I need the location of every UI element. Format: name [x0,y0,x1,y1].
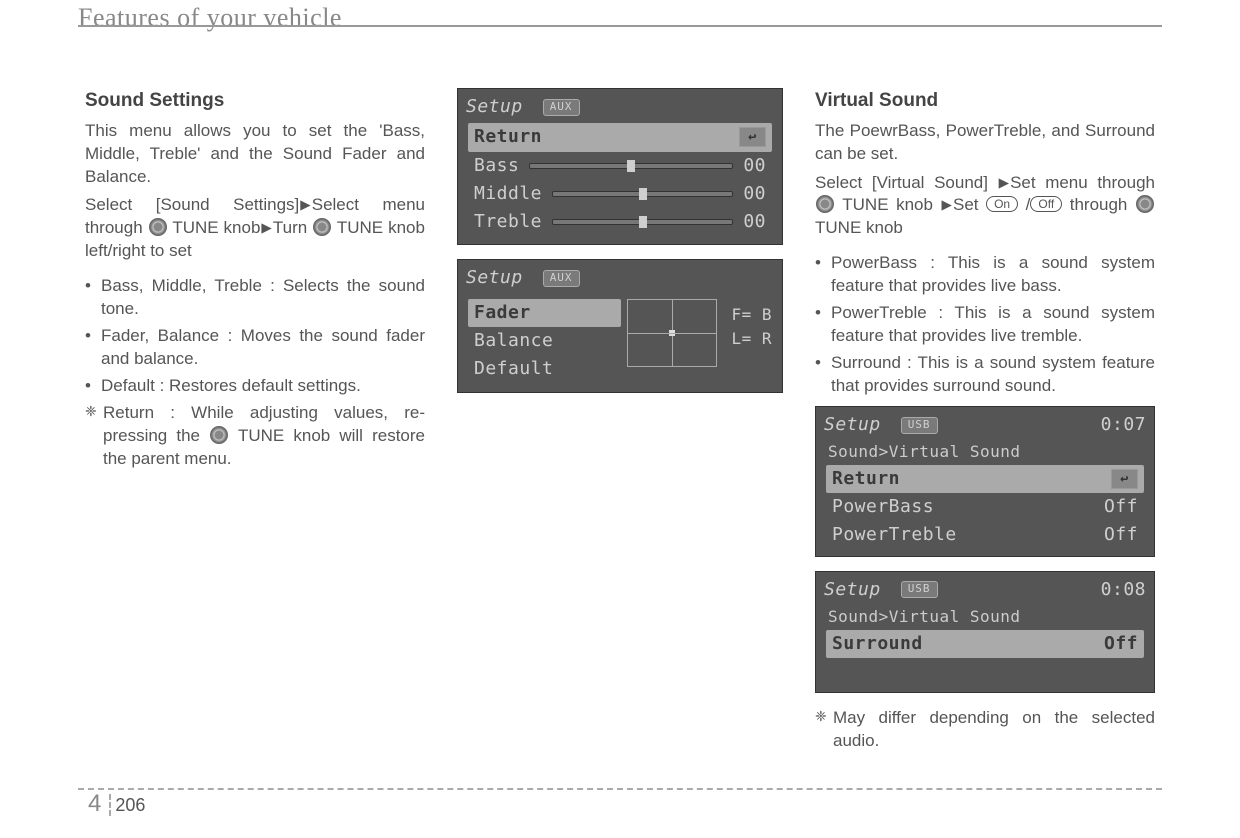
powerbass-label: PowerBass [832,495,934,519]
shot-breadcrumb: Sound>Virtual Sound [824,606,1146,628]
shot-breadcrumb: Sound>Virtual Sound [824,441,1146,463]
balance-label: Balance [474,329,553,353]
eq-bass-label: Bass [474,154,519,178]
return-icon: ↩ [739,127,766,147]
return-note: Return : While adjusting values, re-pres… [85,402,425,471]
slider-icon [552,191,733,197]
fader-label: Fader [474,301,531,325]
slider-icon [529,163,733,169]
screenshot-fader: Setup AUX Fader Balance Default [457,259,783,392]
fader-row[interactable]: Fader [468,299,621,327]
usb-badge: USB [901,581,938,598]
bullet-tone: Bass, Middle, Treble : Selects the sound… [85,275,425,321]
triangle-icon: ▶ [999,174,1009,192]
tune-knob-icon [1136,195,1154,213]
eq-treble-row[interactable]: Treble 00 [468,208,772,236]
return-icon: ↩ [1111,469,1138,489]
tune-knob-icon [210,426,228,444]
column-left: Sound Settings This menu allows you to s… [85,88,425,753]
eq-treble-label: Treble [474,210,542,234]
fader-grid-icon [627,299,717,367]
eq-middle-value: 00 [743,182,766,206]
eq-return-row[interactable]: Return ↩ [468,123,772,151]
vs-sel-d: Set [953,195,979,214]
tune-knob-icon [313,218,331,236]
tune-knob-icon [149,218,167,236]
aux-badge: AUX [543,99,580,116]
virtual-sound-heading: Virtual Sound [815,88,1155,114]
page-header: Features of your vehicle [78,0,342,35]
shot-title: Setup [466,95,523,119]
shot-title: Setup [824,578,881,602]
vs-sel-a: Select [Virtual Sound] [815,173,988,192]
balance-row[interactable]: Balance [468,327,621,355]
triangle-icon: ▶ [942,196,952,214]
vs-powerbass-row[interactable]: PowerBass Off [826,493,1144,521]
surround-value: Off [1104,632,1138,656]
vs-return-label: Return [832,467,900,491]
vs-sel-f: TUNE knob [815,218,903,237]
eq-bass-row[interactable]: Bass 00 [468,152,772,180]
triangle-icon: ▶ [261,219,271,237]
default-row[interactable]: Default [468,355,621,383]
powertreble-value: Off [1104,523,1138,547]
fader-value: F= B [731,303,772,327]
on-pill: On [986,196,1018,212]
footer-rule [78,788,1162,790]
virtual-sound-footnote: May differ depending on the selected aud… [815,707,1155,753]
virtual-sound-intro: The PoewrBass, PowerTreble, and Surround… [815,120,1155,166]
sound-settings-intro: This menu allows you to set the 'Bass, M… [85,120,425,189]
default-label: Default [474,357,553,381]
vs-surround-row[interactable]: Surround Off [826,630,1144,658]
aux-badge: AUX [543,270,580,287]
column-middle: Setup AUX Return ↩ Bass 00 Middle 00 Tre… [457,88,783,753]
vs-sel-c: TUNE knob [842,195,933,214]
off-pill: Off [1030,196,1062,212]
shot-time: 0:07 [1101,413,1146,437]
page-number: 4 206 [88,788,145,820]
bullet-powerbass: PowerBass : This is a sound system featu… [815,252,1155,298]
eq-return-label: Return [474,125,542,149]
shot-time: 0:08 [1101,578,1146,602]
screenshot-virtual-sound-1: Setup USB 0:07 Sound>Virtual Sound Retur… [815,406,1155,557]
shot-title: Setup [466,266,523,290]
eq-bass-value: 00 [743,154,766,178]
tune-knob-icon [816,195,834,213]
chapter-number: 4 [88,790,101,817]
header-rule [78,25,1162,27]
vs-powertreble-row[interactable]: PowerTreble Off [826,521,1144,549]
slider-icon [552,219,733,225]
vs-sel-b: Set menu through [1010,173,1155,192]
sound-settings-path: Select [Sound Settings]▶Select menu thro… [85,194,425,263]
usb-badge: USB [901,417,938,434]
path-tune: TUNE knob [172,218,260,237]
eq-treble-value: 00 [743,210,766,234]
column-right: Virtual Sound The PoewrBass, PowerTreble… [815,88,1155,753]
path-lead: Select [Sound Settings] [85,195,299,214]
page-number-value: 206 [115,795,145,815]
bullet-default: Default : Restores default settings. [85,375,425,398]
vs-return-row[interactable]: Return ↩ [826,465,1144,493]
virtual-sound-path: Select [Virtual Sound] ▶Set menu through… [815,172,1155,241]
screenshot-eq: Setup AUX Return ↩ Bass 00 Middle 00 Tre… [457,88,783,245]
powerbass-value: Off [1104,495,1138,519]
path-turn: Turn [273,218,307,237]
sound-settings-heading: Sound Settings [85,88,425,114]
balance-value: L= R [731,327,772,351]
eq-middle-label: Middle [474,182,542,206]
vs-sel-e: through [1070,195,1128,214]
bullet-fader: Fader, Balance : Moves the sound fader a… [85,325,425,371]
bullet-powertreble: PowerTreble : This is a sound system fea… [815,302,1155,348]
shot-title: Setup [824,413,881,437]
screenshot-virtual-sound-2: Setup USB 0:08 Sound>Virtual Sound Surro… [815,571,1155,693]
bullet-surround: Surround : This is a sound system featur… [815,352,1155,398]
surround-label: Surround [832,632,923,656]
powertreble-label: PowerTreble [832,523,957,547]
eq-middle-row[interactable]: Middle 00 [468,180,772,208]
triangle-icon: ▶ [300,196,310,214]
